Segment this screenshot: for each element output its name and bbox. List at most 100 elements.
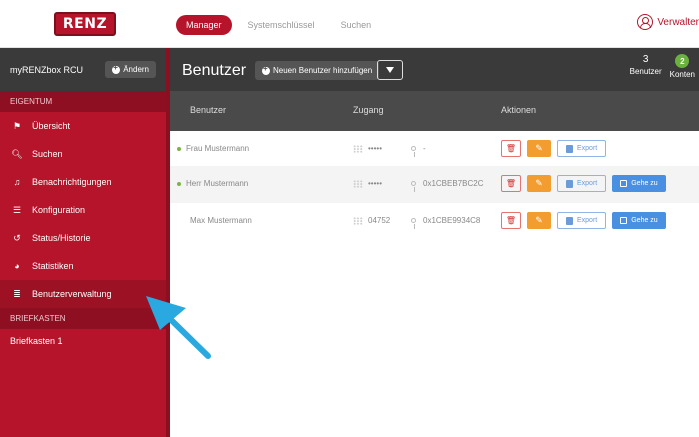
sidebar-item-uebersicht[interactable]: ⚑ Übersicht [0,112,166,140]
sidebar-item-label: Übersicht [32,121,71,131]
plus-circle-icon [262,64,270,75]
list-icon: ≣ [13,288,21,299]
nav-manager[interactable]: Manager [176,15,232,35]
sliders-icon: ☰ [12,204,22,215]
table-row[interactable]: Frau Mustermann ••••• - 🗑︎ ✎ Export [170,131,699,168]
keypad-icon [353,179,363,188]
delete-button[interactable]: 🗑︎ [501,212,521,229]
flag-icon: ⚑ [12,120,22,131]
goto-label: Gehe zu [631,217,658,224]
filter-icon [386,67,394,73]
trash-icon: 🗑︎ [505,216,517,225]
export-label: Export [577,217,598,224]
sidebar-item-benutzerverwaltung[interactable]: ≣ Benutzerverwaltung [0,280,166,308]
user-icon [637,14,654,30]
goto-button[interactable]: Gehe zu [612,212,666,229]
aendern-button[interactable]: Ändern [105,61,156,78]
user-cell: Frau Mustermann [177,144,249,153]
trash-icon: 🗑︎ [505,179,517,188]
export-button[interactable]: Export [557,175,607,192]
count-konten-badge: 2 [675,54,690,68]
count-konten: 2 Konten [670,54,695,79]
export-icon [566,216,573,225]
column-zugang[interactable]: Zugang [353,105,384,115]
key-cell: 0x1CBE9934C8 [411,216,480,229]
user-cell: Herr Mustermann [177,179,248,188]
sidebar-item-konfiguration[interactable]: ☰ Konfiguration [0,196,166,224]
keypad-icon [353,144,363,153]
external-link-icon [620,217,628,224]
key-icon [411,146,416,157]
delete-button[interactable]: 🗑︎ [501,140,521,157]
pie-chart-icon: ◕ [14,261,20,271]
sidebar-item-status-historie[interactable]: ↺ Status/Historie [0,224,166,252]
nav-suchen[interactable]: Suchen [331,15,382,35]
export-button[interactable]: Export [557,140,607,157]
row-actions: 🗑︎ ✎ Export [501,140,607,157]
key-icon [411,181,416,192]
code-cell: ••••• [353,179,382,188]
key-cell: - [411,144,426,157]
goto-label: Gehe zu [631,180,658,187]
logo-area: RENZ [0,0,170,48]
access-code: ••••• [368,179,383,188]
table-row[interactable]: Max Mustermann 04752 0x1CBE9934C8 🗑︎ ✎ E… [170,203,699,240]
sidebar-item-statistiken[interactable]: ◕ Statistiken [0,252,166,280]
sidebar-item-label: Benutzerverwaltung [32,289,112,299]
code-cell: 04752 [353,216,390,225]
renz-logo[interactable]: RENZ [53,12,117,36]
filter-button[interactable] [377,60,403,80]
table-row[interactable]: Herr Mustermann ••••• 0x1CBEB7BC2C 🗑︎ ✎ … [170,166,699,203]
edit-button[interactable]: ✎ [527,175,551,192]
counts: 3 Benutzer 2 Konten [630,54,695,79]
count-benutzer-label: Benutzer [629,67,662,76]
row-actions: 🗑︎ ✎ Export Gehe zu [501,212,666,229]
export-label: Export [577,145,598,152]
user-name: Frau Mustermann [186,144,250,153]
external-link-icon [620,180,628,187]
access-code: ••••• [368,144,383,153]
delete-button[interactable]: 🗑︎ [501,175,521,192]
search-icon: 🔍︎ [11,148,23,159]
column-benutzer[interactable]: Benutzer [190,105,226,115]
main-nav: Manager Systemschlüssel Suchen [176,15,381,35]
pencil-icon: ✎ [535,178,543,188]
table-header: Benutzer Zugang Aktionen [170,91,699,131]
plus-circle-icon [112,63,121,74]
count-benutzer-value: 3 [642,54,649,65]
sidebar-item-briefkasten-1[interactable]: Briefkasten 1 [0,329,166,353]
export-icon [566,144,573,153]
section-eigentum: EIGENTUM [0,91,166,112]
column-aktionen: Aktionen [501,105,537,115]
history-icon: ↺ [13,232,21,243]
edit-button[interactable]: ✎ [527,140,551,157]
sidebar-title: myRENZbox RCU [10,64,84,75]
sidebar-item-label: Konfiguration [32,205,86,215]
user-name: Max Mustermann [190,216,252,225]
sidebar-item-suchen[interactable]: 🔍︎ Suchen [0,140,166,168]
export-icon [566,179,573,188]
add-user-button[interactable]: Neuen Benutzer hinzufügen [255,61,380,80]
bell-icon: ♫ [13,177,21,187]
pencil-icon: ✎ [535,215,543,225]
key-cell: 0x1CBEB7BC2C [411,179,483,192]
main-header: Benutzer Neuen Benutzer hinzufügen 3 Ben… [170,48,699,91]
user-label: Verwalter [657,16,699,28]
sidebar-item-label: Suchen [32,149,63,159]
add-user-label: Neuen Benutzer hinzufügen [273,66,373,75]
sidebar-item-label: Status/Historie [32,233,91,243]
export-button[interactable]: Export [557,212,607,229]
key-icon [411,218,416,229]
key-id: - [423,144,426,153]
goto-button[interactable]: Gehe zu [612,175,666,192]
count-konten-label: Konten [669,70,695,79]
sidebar-item-label: Statistiken [32,261,74,271]
count-benutzer: 3 Benutzer [630,54,662,79]
sidebar: myRENZbox RCU Ändern EIGENTUM ⚑ Übersich… [0,48,166,437]
sidebar-item-benachrichtigungen[interactable]: ♫ Benachrichtigungen [0,168,166,196]
active-status-dot [177,181,181,186]
edit-button[interactable]: ✎ [527,212,551,229]
nav-systemschluessel[interactable]: Systemschlüssel [238,15,325,35]
export-label: Export [577,180,598,187]
user-menu[interactable]: Verwalter [637,14,699,30]
